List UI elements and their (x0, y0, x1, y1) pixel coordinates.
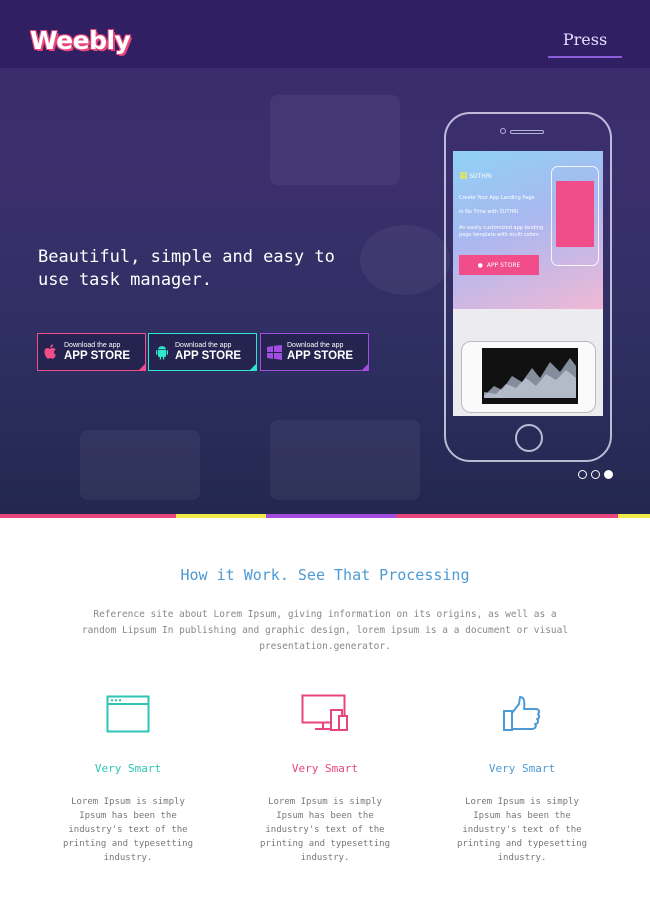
feature-card: Very Smart Lorem Ipsum is simply Ipsum h… (442, 692, 602, 865)
section-description: Reference site about Lorem Ipsum, giving… (81, 609, 569, 652)
carousel-dots (578, 470, 613, 479)
phone-camera (500, 128, 506, 134)
store-button-label: APP STORE (64, 350, 131, 362)
feature-title: Very Smart (291, 762, 359, 775)
carousel-dot[interactable] (591, 470, 600, 479)
feature-title: Very Smart (488, 762, 556, 775)
hero-section: Weebly Press Beautiful, simple and easy … (0, 0, 650, 514)
landscape-phone (461, 341, 596, 413)
stripe-segment (0, 514, 176, 518)
app-preview-line: Create Your App Landing Page (459, 195, 535, 201)
stripe-segment (396, 514, 618, 518)
phone-screen: ▦ SUTHRI Create Your App Landing Page in… (453, 151, 603, 416)
app-preview-line: An easily customized app landing page te… (459, 225, 544, 238)
app-preview-brand: SUTHRI (469, 173, 492, 180)
app-preview-button: ● APP STORE (459, 255, 539, 275)
store-button-label: APP STORE (287, 350, 354, 362)
devices-icon (245, 692, 405, 736)
background-shape (360, 225, 450, 295)
carousel-dot-active[interactable] (604, 470, 613, 479)
mini-phone (551, 166, 599, 266)
apple-icon (38, 344, 64, 360)
feature-text: Lorem Ipsum is simply Ipsum has been the… (456, 797, 588, 863)
mini-phone-screen (556, 181, 594, 247)
hero-headline: Beautiful, simple and easy to use task m… (38, 247, 335, 290)
nav-link-press[interactable]: Press (548, 30, 622, 58)
app-store-button-apple[interactable]: Download the app APP STORE (37, 333, 146, 371)
feature-card: Very Smart Lorem Ipsum is simply Ipsum h… (245, 692, 405, 865)
app-preview: ▦ SUTHRI Create Your App Landing Page in… (453, 151, 603, 309)
feature-card: Very Smart Lorem Ipsum is simply Ipsum h… (48, 692, 208, 865)
phone-speaker (510, 130, 544, 134)
thumbs-up-icon (442, 692, 602, 736)
chart-preview (482, 348, 578, 404)
carousel-dot[interactable] (578, 470, 587, 479)
stripe-segment (176, 514, 266, 518)
store-button-small-text: Download the app (175, 342, 232, 349)
section-title: How it Work. See That Processing (180, 566, 470, 584)
app-preview-button-label: APP STORE (486, 261, 521, 269)
background-shape (80, 430, 200, 500)
button-corner (249, 363, 257, 371)
store-button-label: APP STORE (175, 350, 242, 362)
android-icon (149, 344, 175, 360)
browser-window-icon (48, 692, 208, 736)
store-button-small-text: Download the app (287, 342, 344, 349)
stripe-segment (618, 514, 650, 518)
background-shape (270, 95, 400, 185)
app-preview-logo: ▦ SUTHRI (459, 171, 492, 181)
phone-mockup: ▦ SUTHRI Create Your App Landing Page in… (444, 112, 612, 462)
app-store-button-windows[interactable]: Download the app APP STORE (260, 333, 369, 371)
stripe-segment (266, 514, 396, 518)
feature-text: Lorem Ipsum is simply Ipsum has been the… (62, 797, 194, 863)
button-corner (138, 363, 146, 371)
store-button-small-text: Download the app (64, 342, 121, 349)
button-corner (361, 363, 369, 371)
color-stripe (0, 514, 650, 518)
phone-home-button (515, 424, 543, 452)
app-preview-line: in No Time with SUTHRI (459, 209, 519, 215)
feature-text: Lorem Ipsum is simply Ipsum has been the… (259, 797, 391, 863)
app-store-button-android[interactable]: Download the app APP STORE (148, 333, 257, 371)
weebly-logo[interactable]: Weebly (30, 26, 131, 55)
apple-icon: ● (477, 261, 483, 269)
feature-title: Very Smart (94, 762, 162, 775)
windows-icon (261, 344, 287, 360)
background-shape (270, 420, 420, 500)
